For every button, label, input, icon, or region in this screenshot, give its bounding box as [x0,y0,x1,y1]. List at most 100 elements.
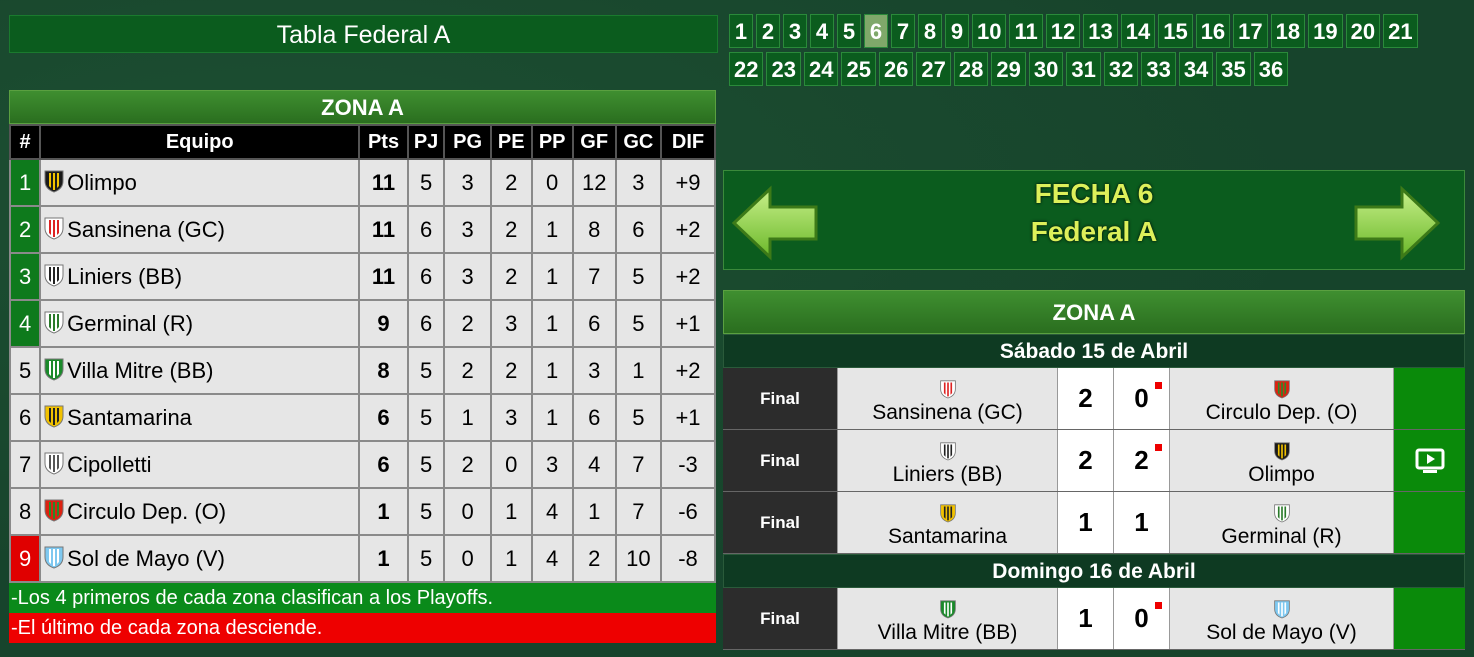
round-button-29[interactable]: 29 [991,52,1026,86]
round-button-3[interactable]: 3 [783,14,807,48]
team-name: Sansinena (GC) [67,217,225,242]
column-header: PP [530,124,574,160]
goals-for-cell: 3 [571,346,617,395]
round-button-34[interactable]: 34 [1178,52,1214,86]
standings-header-row: # Equipo Pts PJ PG PE PP GF GC DIF [8,124,716,160]
round-button-31[interactable]: 31 [1066,52,1101,86]
lost-cell: 4 [530,534,574,583]
round-button-10[interactable]: 10 [972,14,1007,48]
round-button-5[interactable]: 5 [837,14,861,48]
match-status: Final [723,368,837,429]
standings-row: 9 Sol de Mayo (V) 1 5 0 1 4 2 10 -8 [8,534,716,583]
points-cell: 8 [358,346,409,395]
away-team[interactable]: Germinal (R) [1169,492,1393,553]
round-button-36[interactable]: 36 [1253,52,1289,86]
goals-against-cell: 5 [614,252,663,301]
standings-table-panel: ZONA A # Equipo Pts PJ PG PE PP GF GC DI… [8,90,716,643]
standings-table: # Equipo Pts PJ PG PE PP GF GC DIF 1 Olim… [8,124,716,583]
match-row[interactable]: Final Santamarina 1 1 Germinal (R) [723,492,1465,554]
round-button-16[interactable]: 16 [1195,14,1231,48]
round-button-22[interactable]: 22 [729,52,764,86]
team-cell[interactable]: Sansinena (GC) [39,205,361,254]
drawn-cell: 1 [489,534,533,583]
round-button-14[interactable]: 14 [1120,14,1156,48]
home-team[interactable]: Sansinena (GC) [837,368,1057,429]
team-cell[interactable]: Olimpo [39,158,361,207]
goals-for-cell: 8 [571,205,617,254]
video-play-icon[interactable] [1415,448,1445,474]
drawn-cell: 3 [489,393,533,442]
home-team[interactable]: Liniers (BB) [837,430,1057,491]
round-button-19[interactable]: 19 [1308,14,1343,48]
round-button-4[interactable]: 4 [810,14,834,48]
away-team[interactable]: Circulo Dep. (O) [1169,368,1393,429]
round-button-25[interactable]: 25 [841,52,876,86]
fecha-header: FECHA 6 Federal A [723,170,1465,270]
olimpo-crest-icon [44,170,64,193]
next-arrow-icon[interactable] [1352,185,1442,261]
goals-for-cell: 12 [571,158,617,207]
round-button-9[interactable]: 9 [945,14,969,48]
goal-diff-cell: +2 [660,346,716,395]
live-marker-icon [1155,602,1162,609]
team-cell[interactable]: Germinal (R) [39,299,361,348]
standings-row: 2 Sansinena (GC) 11 6 3 2 1 8 6 +2 [8,205,716,254]
team-cell[interactable]: Santamarina [39,393,361,442]
circulo-crest-icon [44,499,64,522]
away-score: 0 [1113,588,1169,649]
round-button-33[interactable]: 33 [1141,52,1176,86]
away-team[interactable]: Olimpo [1169,430,1393,491]
played-cell: 5 [406,346,446,395]
germinal-crest-icon [44,311,64,334]
away-team-name: Circulo Dep. (O) [1205,401,1358,424]
round-button-1[interactable]: 1 [729,14,753,48]
round-button-17[interactable]: 17 [1233,14,1268,48]
round-button-12[interactable]: 12 [1045,14,1081,48]
column-header: # [8,124,42,160]
round-button-15[interactable]: 15 [1158,14,1193,48]
round-button-7[interactable]: 7 [891,14,915,48]
column-header: PE [489,124,533,160]
round-button-32[interactable]: 32 [1103,52,1139,86]
round-button-35[interactable]: 35 [1216,52,1251,86]
away-score: 1 [1113,492,1169,553]
match-row[interactable]: Final Liniers (BB) 2 2 Olimpo [723,430,1465,492]
round-button-23[interactable]: 23 [766,52,801,86]
team-cell[interactable]: Liniers (BB) [39,252,361,301]
team-cell[interactable]: Villa Mitre (BB) [39,346,361,395]
round-button-2[interactable]: 2 [756,14,780,48]
round-button-30[interactable]: 30 [1028,52,1064,86]
home-team[interactable]: Villa Mitre (BB) [837,588,1057,649]
match-row[interactable]: Final Sansinena (GC) 2 0 Circulo Dep. (O) [723,368,1465,430]
points-cell: 6 [358,440,409,489]
round-button-13[interactable]: 13 [1083,14,1118,48]
round-button-21[interactable]: 21 [1383,14,1418,48]
round-button-28[interactable]: 28 [953,52,989,86]
round-button-6[interactable]: 6 [864,14,888,48]
home-goals: 1 [1078,507,1093,537]
round-button-27[interactable]: 27 [916,52,951,86]
standings-row: 1 Olimpo 11 5 3 2 0 12 3 +9 [8,158,716,207]
sol-de-mayo-crest-icon [1273,600,1290,619]
goals-against-cell: 1 [614,346,663,395]
video-cell[interactable] [1393,430,1465,491]
round-button-8[interactable]: 8 [918,14,942,48]
match-row[interactable]: Final Villa Mitre (BB) 1 0 Sol de Mayo (V) [723,588,1465,650]
santamarina-crest-icon [44,405,64,428]
video-cell [1393,368,1465,429]
round-button-24[interactable]: 24 [803,52,839,86]
away-team[interactable]: Sol de Mayo (V) [1169,588,1393,649]
team-cell[interactable]: Cipolletti [39,440,361,489]
team-cell[interactable]: Circulo Dep. (O) [39,487,361,536]
lost-cell: 1 [530,252,574,301]
round-button-20[interactable]: 20 [1345,14,1381,48]
team-cell[interactable]: Sol de Mayo (V) [39,534,361,583]
goals-against-cell: 7 [614,440,663,489]
position-cell: 7 [8,440,42,489]
sansinena-crest-icon [939,380,956,399]
home-team[interactable]: Santamarina [837,492,1057,553]
round-button-26[interactable]: 26 [878,52,914,86]
round-button-18[interactable]: 18 [1270,14,1306,48]
cipolletti-crest-icon [44,452,64,475]
round-button-11[interactable]: 11 [1009,14,1043,48]
